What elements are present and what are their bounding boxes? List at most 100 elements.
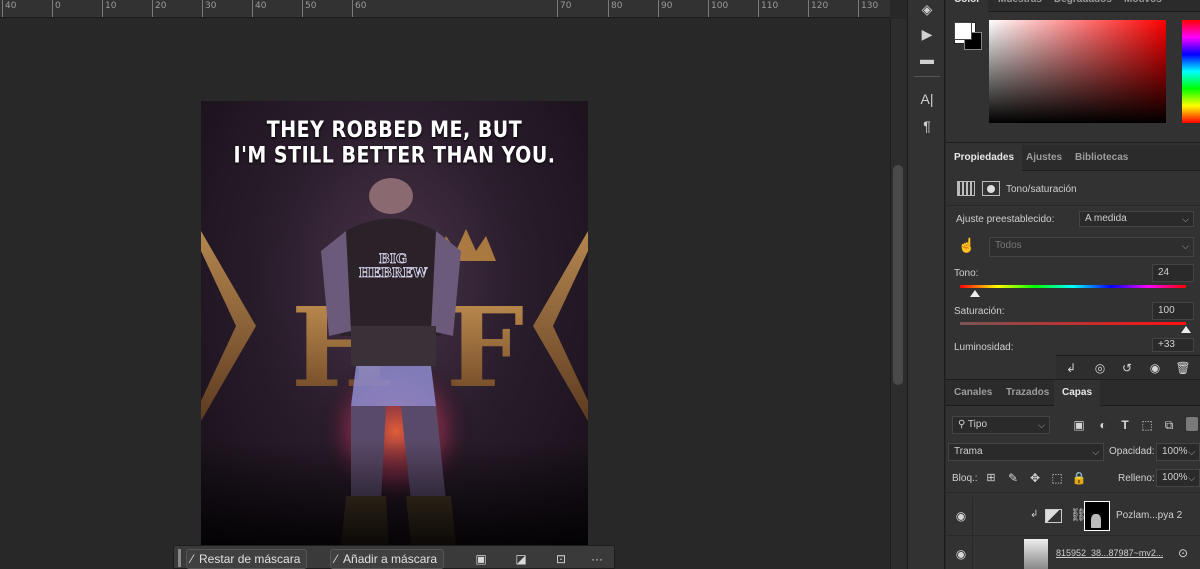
poster-headline: THEY ROBBED ME, BUT I'M STILL BETTER THA… xyxy=(201,118,588,169)
preset-label: Ajuste preestablecido: xyxy=(956,214,1055,225)
adjustment-title: Tono/saturación xyxy=(1006,184,1077,195)
layer-row[interactable]: ◉ ↲ ⛓ Pozlam...pya 2 xyxy=(946,497,1200,535)
saturation-label: Saturación: xyxy=(954,306,1005,317)
visibility-eye-icon[interactable]: ◉ xyxy=(952,545,970,563)
scrollbar-thumb[interactable] xyxy=(893,165,903,385)
hue-value-input[interactable]: 24 xyxy=(1152,264,1194,282)
saturation-slider-track[interactable] xyxy=(960,322,1186,325)
headline-line-1: THEY ROBBED ME, BUT xyxy=(266,117,523,143)
right-panels: Color Muestras Degradados Motivos Propie… xyxy=(946,0,1200,569)
tab-swatches[interactable]: Muestras xyxy=(990,0,1050,12)
ruler-label: 120 xyxy=(808,0,828,17)
divider xyxy=(972,497,973,535)
play-icon[interactable]: ▶ xyxy=(916,25,938,43)
ruler-label: 100 xyxy=(708,0,728,17)
tab-properties[interactable]: Propiedades xyxy=(946,145,1023,171)
ruler-label: 80 xyxy=(608,0,622,17)
more-options-icon[interactable]: ··· xyxy=(588,550,606,568)
tab-adjustments[interactable]: Ajustes xyxy=(1018,145,1070,171)
hue-slider-track[interactable] xyxy=(960,285,1186,288)
ruler-label: 20 xyxy=(152,0,166,17)
chevron-down-icon: ⌵ xyxy=(1092,447,1099,457)
history-icon[interactable]: ◈ xyxy=(916,0,938,18)
fill-input[interactable]: 100% ⌵ xyxy=(1156,469,1200,487)
color-panel-tabs: Color Muestras Degradados Motivos xyxy=(946,0,1200,12)
panel-icon-strip: ◈ ▶ ▬ A| ¶ xyxy=(907,0,945,569)
filter-shape-icon[interactable]: ⬚ xyxy=(1138,416,1156,434)
mask-settings-icon[interactable]: ▣ xyxy=(472,550,490,568)
lock-artboard-icon[interactable]: ⬚ xyxy=(1048,469,1066,487)
chevron-down-icon: ⌵ xyxy=(1038,420,1045,430)
ruler-label: 50 xyxy=(302,0,316,17)
comment-icon[interactable]: ▬ xyxy=(916,50,938,68)
tab-paths[interactable]: Trazados xyxy=(998,380,1057,406)
filter-smart-object-icon[interactable]: ⧉ xyxy=(1160,416,1178,434)
filter-type-icon[interactable]: T xyxy=(1116,416,1134,434)
invert-mask-icon[interactable]: ◪ xyxy=(512,550,530,568)
target-adjust-hand-icon[interactable]: ☝ xyxy=(958,237,976,255)
opacity-input[interactable]: 100% ⌵ xyxy=(1156,443,1200,461)
jacket-text-hebrew: HEBREW xyxy=(359,266,428,281)
filter-adjustment-icon[interactable]: ◐ xyxy=(1094,416,1112,434)
lightness-value-input[interactable]: +33 xyxy=(1152,338,1194,352)
tab-color[interactable]: Color xyxy=(946,0,989,12)
layer-thumbnail[interactable] xyxy=(1024,539,1048,569)
clip-to-layer-icon[interactable]: ↲ xyxy=(1062,359,1080,377)
lock-label: Bloq.: xyxy=(952,473,978,484)
tab-libraries[interactable]: Bibliotecas xyxy=(1067,145,1136,171)
smart-object-icon: ⊙ xyxy=(1177,546,1189,560)
mask-icon[interactable] xyxy=(982,181,1000,196)
tab-channels[interactable]: Canales xyxy=(946,380,1000,406)
trash-icon[interactable]: 🗑 xyxy=(1174,359,1192,377)
ruler-label: 30 xyxy=(202,0,216,17)
divider xyxy=(914,76,940,77)
horizontal-ruler[interactable]: 40 0 10 20 30 40 50 60 70 80 90 100 110 … xyxy=(0,0,890,18)
lock-transparent-icon[interactable]: ⊞ xyxy=(982,469,1000,487)
chevron-down-icon: ⌵ xyxy=(1188,447,1195,457)
subtract-from-mask-button[interactable]: ⁄ Restar de máscara xyxy=(186,549,308,569)
visibility-eye-icon[interactable]: ◉ xyxy=(952,507,970,525)
foreground-color-swatch-front[interactable] xyxy=(954,22,972,40)
drag-handle[interactable] xyxy=(178,549,181,567)
paragraph-icon[interactable]: ¶ xyxy=(916,117,938,135)
filter-toggle[interactable] xyxy=(1186,417,1198,431)
opacity-label: Opacidad: xyxy=(1109,446,1155,457)
color-picker-field[interactable] xyxy=(989,20,1166,123)
add-to-mask-button[interactable]: ⁄ Añadir a máscara xyxy=(330,549,445,569)
visibility-eye-icon[interactable]: ◉ xyxy=(1146,359,1164,377)
ruler-label: 10 xyxy=(102,0,116,17)
tab-patterns[interactable]: Motivos xyxy=(1116,0,1170,12)
layer-row[interactable]: ◉ 815952_38...87987~mv2... ⊙ xyxy=(946,537,1200,569)
view-previous-state-icon[interactable]: ◎ xyxy=(1091,359,1109,377)
lock-position-icon[interactable]: ✥ xyxy=(1026,469,1044,487)
layer-mask-thumbnail[interactable] xyxy=(1084,501,1110,531)
tab-gradients[interactable]: Degradados xyxy=(1046,0,1120,12)
lock-all-icon[interactable]: 🔒 xyxy=(1070,469,1088,487)
filter-pixel-icon[interactable]: ▣ xyxy=(1070,416,1088,434)
divider xyxy=(946,535,1200,536)
divider xyxy=(946,142,1200,143)
headline-line-2: I'M STILL BETTER THAN YOU. xyxy=(233,143,556,169)
lightness-label: Luminosidad: xyxy=(954,342,1014,353)
saturation-value-input[interactable]: 100 xyxy=(1152,302,1194,320)
layer-filter-dropdown[interactable]: ⚲ Tipo ⌵ xyxy=(952,416,1050,434)
lock-pixels-icon[interactable]: ✎ xyxy=(1004,469,1022,487)
saturation-slider-thumb[interactable] xyxy=(1181,326,1191,333)
divider xyxy=(972,537,973,569)
ruler-label: 90 xyxy=(658,0,672,17)
channel-dropdown[interactable]: Todos ⌵ xyxy=(989,237,1194,257)
hue-slider[interactable] xyxy=(1182,20,1200,123)
reset-icon[interactable]: ↺ xyxy=(1118,359,1136,377)
layer-name: 815952_38...87987~mv2... xyxy=(1056,548,1164,558)
document-canvas[interactable]: H F BIG HEBREW THEY ROBBED ME, BUT I'M S… xyxy=(201,101,588,546)
layers-panel-tabs: Canales Trazados Capas xyxy=(946,380,1200,406)
preset-dropdown[interactable]: A medida ⌵ xyxy=(1079,211,1194,227)
chevron-down-icon: ⌵ xyxy=(1182,214,1189,224)
tab-layers[interactable]: Capas xyxy=(1054,380,1101,406)
properties-panel-tabs: Propiedades Ajustes Bibliotecas xyxy=(946,145,1200,171)
hue-slider-thumb[interactable] xyxy=(970,290,980,297)
blend-mode-dropdown[interactable]: Trama ⌵ xyxy=(948,443,1104,461)
character-icon[interactable]: A| xyxy=(916,90,938,108)
chevron-down-icon: ⌵ xyxy=(1188,473,1195,483)
mask-options-icon[interactable]: ⊡ xyxy=(552,550,570,568)
